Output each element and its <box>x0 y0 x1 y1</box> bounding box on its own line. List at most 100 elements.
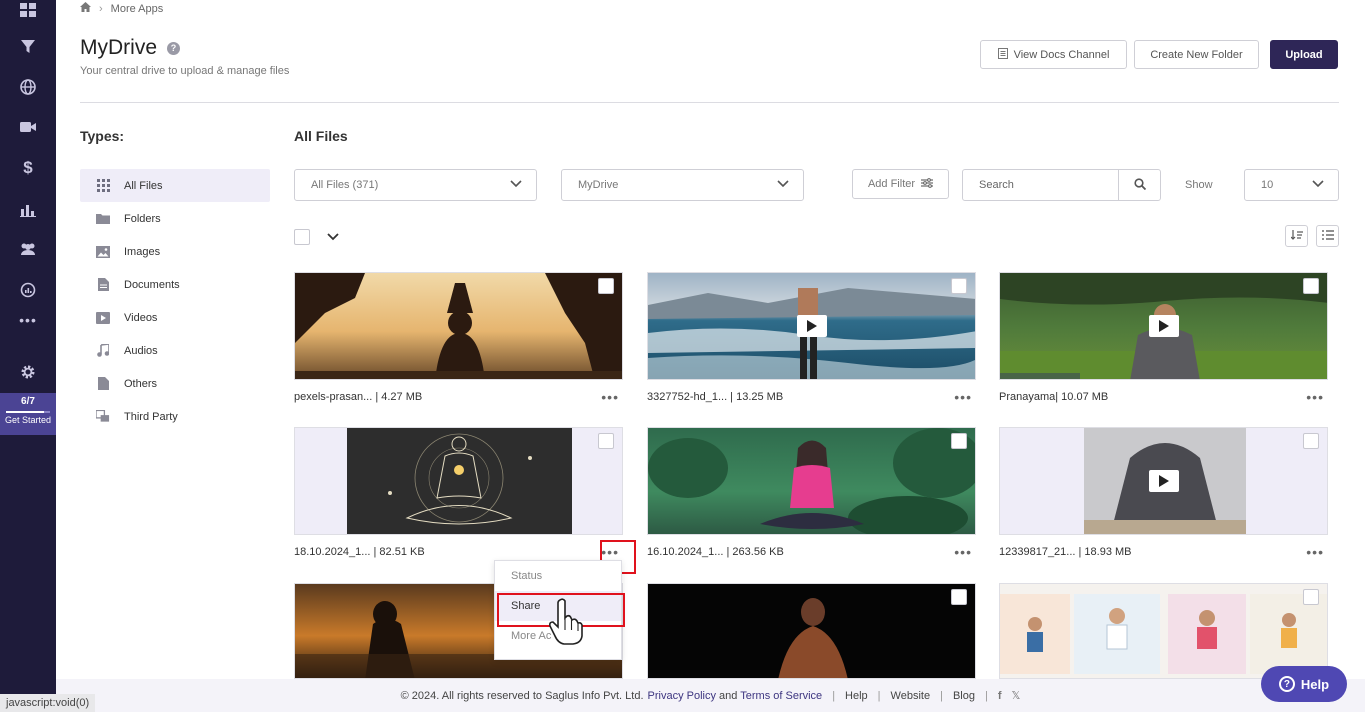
breadcrumb-current[interactable]: More Apps <box>111 3 164 15</box>
file-thumbnail[interactable] <box>999 427 1328 535</box>
types-list: All Files Folders Images Documents Video… <box>80 169 270 433</box>
sort-button[interactable] <box>1285 225 1308 247</box>
copyright-text: © 2024. All rights reserved to Saglus In… <box>400 689 644 702</box>
users-icon[interactable] <box>18 239 38 259</box>
website-link[interactable]: Website <box>891 690 931 702</box>
file-thumbnail[interactable] <box>647 272 976 380</box>
progress-count: 6/7 <box>21 396 35 407</box>
help-link[interactable]: Help <box>845 690 868 702</box>
blog-link[interactable]: Blog <box>953 690 975 702</box>
dollar-icon[interactable]: $ <box>18 158 38 178</box>
help-chat-button[interactable]: ? Help <box>1261 666 1347 702</box>
file-thumbnail[interactable] <box>294 272 623 380</box>
status-bar-url: javascript:void(0) <box>0 694 96 712</box>
file-thumbnail[interactable] <box>999 583 1328 679</box>
play-icon[interactable] <box>1148 470 1179 492</box>
file-card[interactable]: 16.10.2024_1... | 263.56 KB ••• <box>647 427 976 561</box>
menu-item-status[interactable]: Status <box>495 561 621 591</box>
page-size-value: 10 <box>1261 179 1274 191</box>
question-circle-icon[interactable]: ? <box>167 41 180 55</box>
get-started-progress[interactable]: 6/7 Get Started <box>0 393 56 435</box>
video-camera-icon[interactable] <box>18 117 38 137</box>
create-new-folder-label: Create New Folder <box>1150 48 1243 61</box>
file-thumbnail[interactable] <box>999 272 1328 380</box>
search-input[interactable] <box>963 170 1118 200</box>
file-select-checkbox[interactable] <box>1303 433 1319 449</box>
type-item-documents[interactable]: Documents <box>80 268 270 301</box>
file-select-checkbox[interactable] <box>598 433 614 449</box>
file-select-checkbox[interactable] <box>951 433 967 449</box>
and-text: and <box>719 689 738 702</box>
chevron-down-icon <box>510 179 522 191</box>
file-thumbnail[interactable] <box>647 583 976 679</box>
type-item-others[interactable]: Others <box>80 367 270 400</box>
chevron-down-icon[interactable] <box>327 230 339 244</box>
file-card[interactable]: 18.10.2024_1... | 82.51 KB ••• <box>294 427 623 561</box>
file-thumbnail[interactable] <box>647 427 976 535</box>
file-select-checkbox[interactable] <box>951 278 967 294</box>
more-options-icon[interactable]: ••• <box>601 389 623 405</box>
file-thumbnail[interactable] <box>294 427 623 535</box>
search-button[interactable] <box>1118 170 1160 200</box>
type-item-folders[interactable]: Folders <box>80 202 270 235</box>
globe-icon[interactable] <box>18 77 38 97</box>
privacy-policy-link[interactable]: Privacy Policy <box>648 690 716 702</box>
location-select[interactable]: MyDrive <box>561 169 804 201</box>
select-all-checkbox[interactable] <box>294 229 310 245</box>
home-icon[interactable] <box>80 2 91 15</box>
view-docs-channel-button[interactable]: View Docs Channel <box>980 40 1127 69</box>
list-view-button[interactable] <box>1316 225 1339 247</box>
help-chat-label: Help <box>1300 676 1330 692</box>
file-card[interactable]: Pranayama| 10.07 MB ••• <box>999 272 1328 406</box>
facebook-icon[interactable]: f <box>998 690 1002 702</box>
type-item-label: Third Party <box>124 410 178 423</box>
more-options-icon[interactable]: ••• <box>1306 544 1328 560</box>
type-item-videos[interactable]: Videos <box>80 301 270 334</box>
file-card[interactable]: pexels-prasan... | 4.27 MB ••• <box>294 272 623 406</box>
file-type-select[interactable]: All Files (371) <box>294 169 537 201</box>
type-item-audios[interactable]: Audios <box>80 334 270 367</box>
page-title: MyDrive <box>80 36 157 59</box>
analytics-icon[interactable] <box>18 280 38 300</box>
type-item-third-party[interactable]: Third Party <box>80 400 270 433</box>
question-circle-icon: ? <box>1278 676 1295 692</box>
more-options-icon[interactable]: ••• <box>1306 389 1328 405</box>
file-name: pexels-prasan... | 4.27 MB <box>294 391 423 403</box>
more-options-icon[interactable]: ••• <box>954 544 976 560</box>
chevron-right-icon: › <box>99 2 103 15</box>
file-card[interactable]: 12339817_21... | 18.93 MB ••• <box>999 427 1328 561</box>
document-icon <box>997 47 1008 62</box>
file-type-select-value: All Files (371) <box>311 179 379 191</box>
file-select-checkbox[interactable] <box>1303 589 1319 605</box>
terms-of-service-link[interactable]: Terms of Service <box>740 690 822 702</box>
more-icon[interactable]: ••• <box>18 310 38 330</box>
progress-bar <box>6 411 50 413</box>
add-filter-button[interactable]: Add Filter <box>852 169 949 199</box>
play-icon[interactable] <box>796 315 827 337</box>
chevron-down-icon <box>777 179 789 191</box>
gear-icon[interactable] <box>18 362 38 382</box>
type-item-label: Folders <box>124 212 161 225</box>
file-select-checkbox[interactable] <box>951 589 967 605</box>
type-item-images[interactable]: Images <box>80 235 270 268</box>
file-icon <box>96 377 110 391</box>
dashboard-icon[interactable] <box>18 0 38 20</box>
menu-item-label: Status <box>511 570 543 582</box>
funnel-icon[interactable] <box>18 37 38 57</box>
play-icon[interactable] <box>1148 315 1179 337</box>
more-options-icon[interactable]: ••• <box>954 389 976 405</box>
type-item-all-files[interactable]: All Files <box>80 169 270 202</box>
file-card[interactable] <box>999 583 1328 679</box>
create-new-folder-button[interactable]: Create New Folder <box>1134 40 1259 69</box>
file-card[interactable] <box>647 583 976 679</box>
show-label: Show <box>1185 179 1213 191</box>
file-select-checkbox[interactable] <box>1303 278 1319 294</box>
upload-button[interactable]: Upload <box>1270 40 1338 69</box>
chevron-down-icon <box>1312 179 1324 191</box>
file-select-checkbox[interactable] <box>598 278 614 294</box>
x-twitter-icon[interactable]: 𝕏 <box>1012 689 1021 702</box>
file-card[interactable]: 3327752-hd_1... | 13.25 MB ••• <box>647 272 976 406</box>
page-size-select[interactable]: 10 <box>1244 169 1339 201</box>
search-icon <box>1133 177 1146 193</box>
bar-chart-icon[interactable] <box>18 200 38 220</box>
